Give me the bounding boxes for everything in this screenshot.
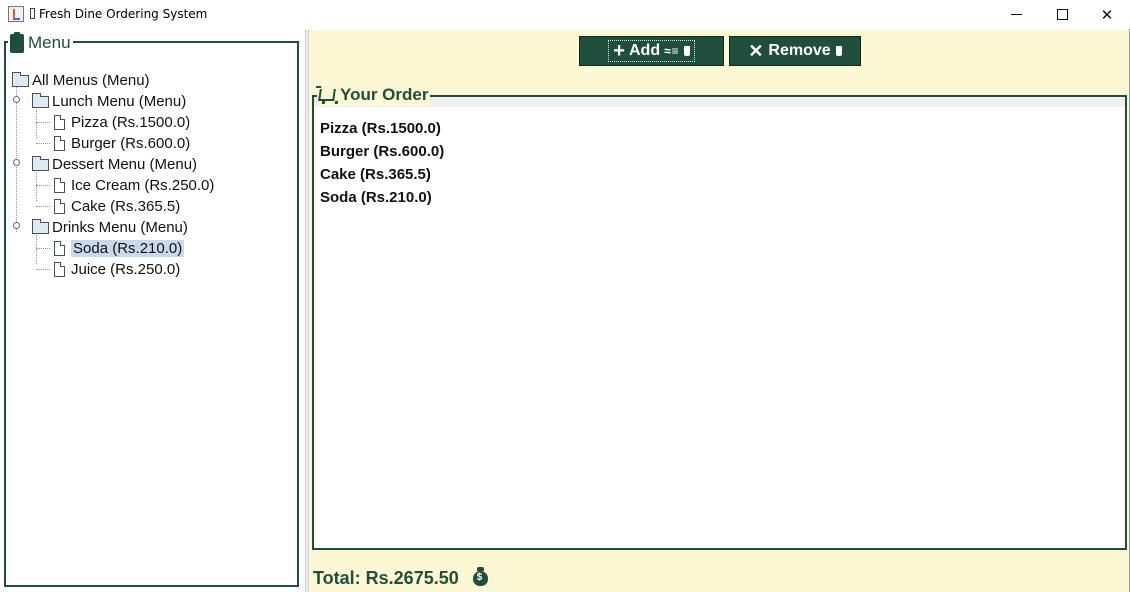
add-button-label: Add (628, 42, 661, 59)
food-icon: ≈≡ (664, 44, 680, 58)
order-panel: + Add ≈≡ ✕ Remove Pizza (Rs.1500.0) Burg… (310, 30, 1129, 592)
document-icon (54, 178, 65, 193)
tree-group-label: Drinks Menu (Menu) (52, 219, 188, 236)
tree-item-cake[interactable]: Cake (Rs.365.5) (54, 196, 180, 217)
plus-icon: + (613, 40, 625, 62)
trash-icon (835, 46, 842, 56)
document-icon (54, 115, 65, 130)
cart-icon (318, 89, 336, 101)
tree-item-pizza[interactable]: Pizza (Rs.1500.0) (54, 112, 190, 133)
tree-item-soda[interactable]: Soda (Rs.210.0) (54, 238, 185, 259)
order-area: Pizza (Rs.1500.0) Burger (Rs.600.0) Cake… (312, 84, 1127, 550)
tree-item-label: Ice Cream (Rs.250.0) (71, 177, 215, 194)
minimize-button[interactable] (993, 0, 1039, 29)
toolbar: + Add ≈≡ ✕ Remove (310, 30, 1129, 80)
menu-title: Menu (28, 33, 71, 52)
close-icon: ✕ (1100, 5, 1114, 24)
title-bar: Fresh Dine Ordering System ✕ (0, 0, 1130, 29)
add-button[interactable]: + Add ≈≡ (579, 36, 724, 66)
window-title-wrap: Fresh Dine Ordering System (30, 7, 207, 21)
tree-connector (36, 185, 50, 186)
maximize-button[interactable] (1039, 0, 1085, 29)
app-window: Fresh Dine Ordering System ✕ All Menus (… (0, 0, 1130, 592)
document-icon (54, 262, 65, 277)
total-label: Total: Rs.2675.50 (313, 567, 459, 588)
document-icon (54, 136, 65, 151)
folder-icon (32, 92, 49, 108)
order-header-band (314, 97, 1125, 107)
tree-item-label: Juice (Rs.250.0) (71, 261, 181, 278)
tree-group-lunch[interactable]: Lunch Menu (Menu) (32, 91, 186, 112)
close-button[interactable]: ✕ (1084, 0, 1130, 29)
order-list[interactable]: Pizza (Rs.1500.0) Burger (Rs.600.0) Cake… (318, 117, 1123, 209)
order-list-box: Pizza (Rs.1500.0) Burger (Rs.600.0) Cake… (312, 95, 1127, 550)
tree-root-label: All Menus (Menu) (32, 72, 150, 89)
folder-icon (12, 71, 29, 87)
tree-connector (36, 206, 50, 207)
title-glyph-icon (30, 8, 35, 19)
order-item[interactable]: Soda (Rs.210.0) (318, 186, 1123, 209)
menu-panel: All Menus (Menu) Lunch Menu (Menu) Pizza… (0, 30, 305, 592)
order-legend: Your Order (317, 84, 431, 106)
menu-group-box: All Menus (Menu) Lunch Menu (Menu) Pizza… (4, 41, 299, 587)
moneybag-icon (472, 566, 488, 586)
order-item[interactable]: Burger (Rs.600.0) (318, 140, 1123, 163)
split-pane-divider[interactable] (305, 30, 309, 592)
tree-item-ice-cream[interactable]: Ice Cream (Rs.250.0) (54, 175, 214, 196)
folder-icon (32, 155, 49, 171)
expand-toggle-icon[interactable] (13, 96, 20, 103)
expand-toggle-icon[interactable] (13, 222, 20, 229)
tree-connector (36, 122, 50, 123)
order-title: Your Order (340, 85, 429, 104)
total-bar: Total: Rs.2675.50 (310, 564, 1129, 592)
tree-group-label: Lunch Menu (Menu) (52, 93, 187, 110)
tree-connector (36, 248, 50, 249)
tree-item-label: Pizza (Rs.1500.0) (71, 114, 191, 131)
tree-item-burger[interactable]: Burger (Rs.600.0) (54, 133, 190, 154)
document-icon (54, 199, 65, 214)
tree-connector (36, 143, 50, 144)
tree-item-label: Cake (Rs.365.5) (71, 198, 181, 215)
tree-connector (16, 84, 17, 232)
add-button-focus: + Add ≈≡ (608, 40, 695, 62)
remove-button-label: Remove (768, 42, 831, 59)
window-title: Fresh Dine Ordering System (39, 7, 208, 21)
drink-icon (683, 46, 690, 56)
tree-connector (36, 269, 50, 270)
tree-group-drinks[interactable]: Drinks Menu (Menu) (32, 217, 188, 238)
expand-toggle-icon[interactable] (13, 159, 20, 166)
document-icon (54, 241, 65, 256)
java-app-icon (8, 6, 24, 22)
tree-group-label: Dessert Menu (Menu) (52, 156, 198, 173)
tree-group-dessert[interactable]: Dessert Menu (Menu) (32, 154, 197, 175)
tree-root[interactable]: All Menus (Menu) (12, 70, 150, 91)
tree-item-juice[interactable]: Juice (Rs.250.0) (54, 259, 180, 280)
remove-button[interactable]: ✕ Remove (729, 36, 861, 66)
clipboard-icon (10, 31, 24, 53)
tree-item-label: Burger (Rs.600.0) (71, 135, 191, 152)
x-icon: ✕ (748, 41, 764, 61)
maximize-icon (1056, 9, 1068, 20)
order-item[interactable]: Cake (Rs.365.5) (318, 163, 1123, 186)
minimize-icon (1010, 14, 1022, 15)
tree-item-label-selected: Soda (Rs.210.0) (71, 240, 185, 257)
order-item[interactable]: Pizza (Rs.1500.0) (318, 117, 1123, 140)
folder-icon (32, 218, 49, 234)
menu-legend: Menu (8, 31, 73, 54)
